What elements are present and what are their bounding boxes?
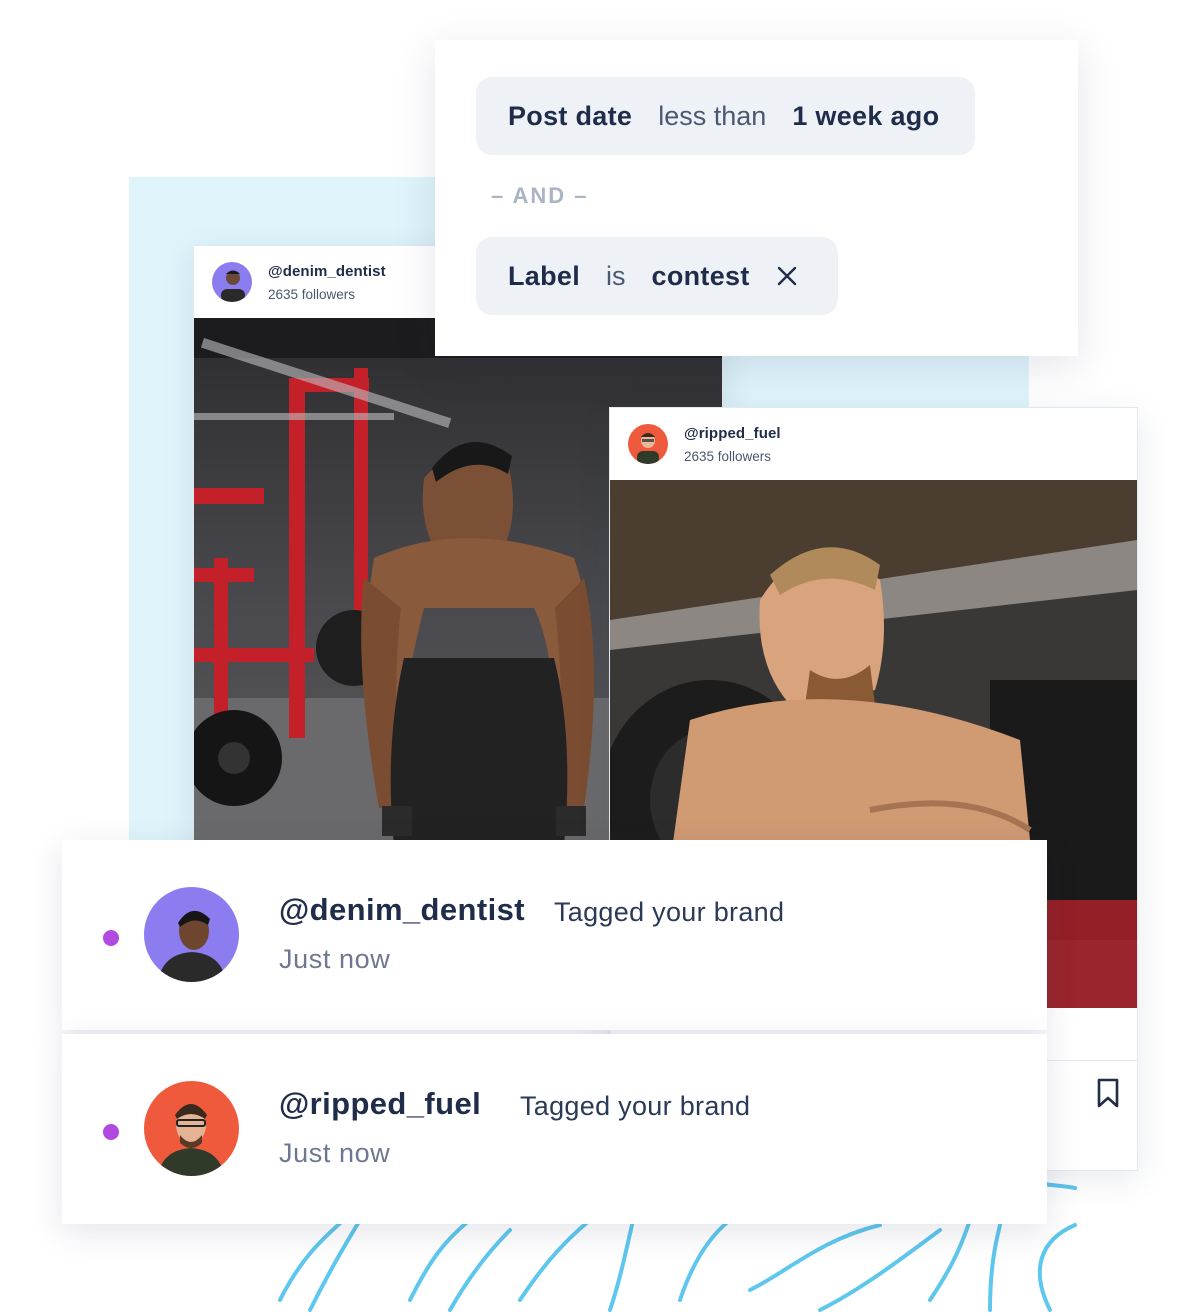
notification-time: Just now: [279, 944, 391, 974]
avatar[interactable]: [628, 424, 668, 464]
filter-value: 1 week ago: [792, 100, 940, 131]
post-handle[interactable]: @denim_dentist: [268, 263, 386, 280]
avatar[interactable]: [144, 1081, 239, 1176]
post-header: @ripped_fuel 2635 followers: [610, 408, 1137, 480]
filter-value: contest: [651, 260, 750, 291]
post-handle[interactable]: @ripped_fuel: [684, 425, 781, 442]
filter-chip-label[interactable]: Label is contest: [476, 237, 838, 315]
notification-item[interactable]: @denim_dentist Tagged your brand Just no…: [62, 840, 1047, 1030]
notification-handle[interactable]: @ripped_fuel: [279, 1086, 481, 1122]
bookmark-icon[interactable]: [1095, 1078, 1121, 1108]
notification-action: Tagged your brand: [554, 897, 785, 927]
filter-field: Post date: [508, 100, 633, 131]
unread-dot: [103, 1124, 119, 1140]
unread-dot: [103, 930, 119, 946]
filter-chip-post-date[interactable]: Post date less than 1 week ago: [476, 77, 975, 155]
notification-item[interactable]: @ripped_fuel Tagged your brand Just now: [62, 1034, 1047, 1224]
avatar[interactable]: [144, 887, 239, 982]
filter-operator: is: [606, 260, 626, 291]
avatar[interactable]: [212, 262, 252, 302]
notification-handle[interactable]: @denim_dentist: [279, 892, 525, 928]
notification-action: Tagged your brand: [520, 1091, 751, 1121]
notification-time: Just now: [279, 1138, 391, 1168]
follower-count: 2635 followers: [684, 449, 772, 464]
close-icon[interactable]: [776, 265, 798, 287]
and-separator: – AND –: [491, 183, 589, 208]
filter-field: Label: [508, 260, 581, 291]
filter-operator: less than: [658, 100, 767, 131]
filter-panel: Post date less than 1 week ago – AND – L…: [435, 40, 1078, 356]
follower-count: 2635 followers: [268, 287, 356, 302]
